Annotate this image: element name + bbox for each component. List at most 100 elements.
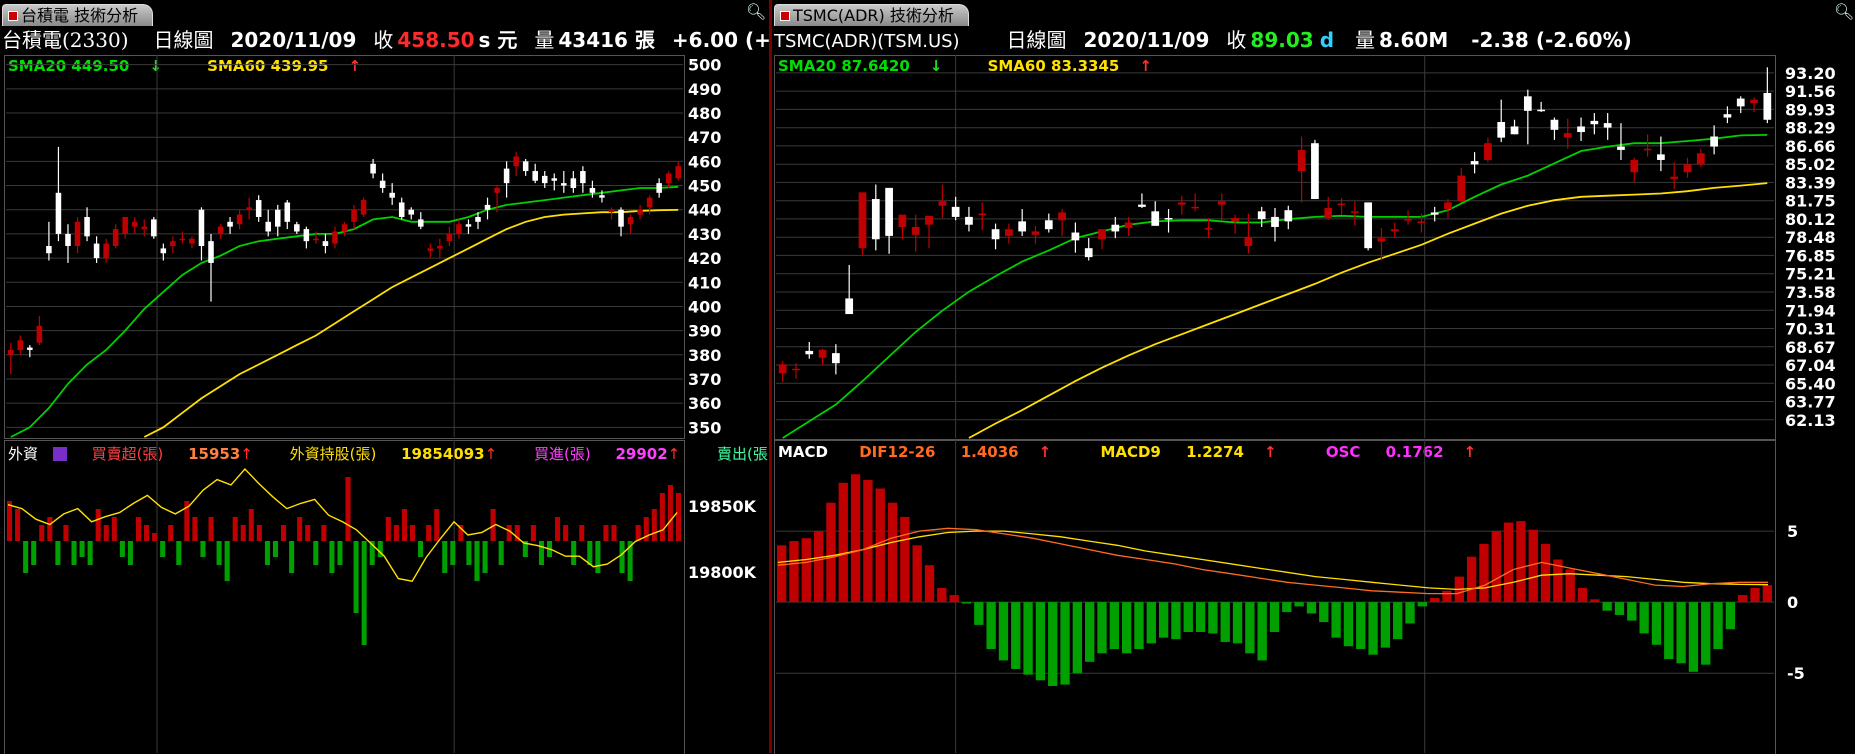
osc-bar — [1664, 602, 1674, 659]
right-macd-chart[interactable]: 5 0 -5 — [772, 440, 1855, 753]
net-buy-bar — [611, 525, 617, 541]
right-price-chart[interactable]: 93.2091.5689.9388.2986.6685.0283.3981.75… — [772, 0, 1855, 440]
net-buy-bar — [200, 541, 206, 557]
candle-body — [1191, 206, 1200, 209]
candle-body — [1058, 212, 1066, 221]
net-buy-bar — [264, 541, 270, 565]
osc-bar — [1368, 602, 1378, 655]
candle-body — [1444, 202, 1452, 210]
left-price-chart[interactable]: 500 490 480 470 460 450 440 430 420 410 400 390 380 3… — [0, 0, 769, 440]
candle-body — [1763, 92, 1772, 120]
net-buy-bar — [103, 525, 109, 541]
net-buy-bar — [87, 541, 93, 565]
candle-body — [1337, 203, 1346, 206]
net-buy-bar — [135, 517, 142, 541]
osc-bar — [1158, 602, 1169, 638]
candle-body — [599, 195, 605, 198]
candle-body — [832, 353, 840, 364]
candle-body — [503, 168, 510, 184]
net-buy-bar — [232, 517, 238, 541]
candle-body — [871, 199, 880, 240]
net-buy-bar — [651, 509, 657, 541]
candle-body — [570, 178, 577, 188]
candle-body — [1111, 224, 1120, 232]
osc-bar — [1430, 597, 1440, 603]
net-buy-bar — [305, 525, 311, 541]
candle-body — [475, 216, 481, 222]
osc-bar — [1639, 602, 1649, 634]
candle-body — [437, 246, 443, 249]
osc-bar — [1232, 602, 1243, 644]
candle-body — [656, 183, 662, 193]
candle-body — [1311, 143, 1319, 200]
y-tick-label: 470 — [688, 128, 721, 147]
osc-bar — [1701, 602, 1711, 665]
net-buy-bar — [619, 541, 625, 573]
candle-body — [1244, 237, 1253, 246]
net-buy-bar — [111, 517, 117, 541]
candle-body — [778, 364, 787, 374]
osc-bar — [1503, 522, 1514, 603]
osc-bar — [838, 482, 848, 603]
osc-bar — [937, 587, 947, 603]
candle-body — [131, 221, 138, 227]
candle-body — [1084, 248, 1093, 258]
net-buy-bar — [63, 525, 69, 541]
net-buy-bar — [603, 525, 609, 541]
candle-body — [427, 248, 434, 251]
y-tick-label: 460 — [688, 152, 721, 171]
osc-bar — [1540, 543, 1551, 603]
y-tick-label: 450 — [688, 177, 721, 196]
candle-body — [408, 209, 415, 215]
osc-bar — [1516, 521, 1526, 603]
candle-body — [1098, 229, 1106, 240]
net-buy-bar — [538, 541, 544, 565]
net-buy-bar — [418, 541, 424, 557]
net-buy-bar — [168, 525, 174, 541]
osc-bar — [1035, 602, 1046, 681]
candle-body — [845, 298, 854, 315]
candle-body — [580, 171, 586, 184]
net-buy-bar — [240, 525, 246, 541]
net-buy-bar — [127, 541, 133, 565]
candle-body — [446, 233, 453, 242]
osc-bar — [924, 565, 935, 603]
osc-bar — [1380, 602, 1391, 648]
candle-body — [1484, 143, 1492, 160]
candle-body — [456, 224, 462, 234]
candle-body — [74, 221, 81, 246]
candle-body — [160, 248, 167, 254]
y-tick-label: 65.40 — [1785, 374, 1836, 393]
candle-body — [236, 214, 243, 225]
candle-body — [925, 215, 933, 225]
osc-bar — [1479, 543, 1489, 603]
candle-body — [255, 200, 262, 217]
y-tick-label: 19800K — [688, 563, 757, 582]
osc-bar — [1688, 602, 1699, 672]
y-tick-label: 0 — [1787, 593, 1798, 612]
net-buy-bar — [659, 493, 665, 541]
candle-body — [1018, 221, 1027, 232]
net-buy-bar — [474, 541, 480, 581]
candle-body — [1390, 229, 1399, 232]
osc-bar — [1319, 602, 1329, 623]
net-buy-bar — [224, 541, 230, 581]
left-foreign-chart[interactable]: 19850K 19800K — [0, 440, 769, 753]
net-buy-bar — [579, 525, 585, 541]
net-buy-bar — [466, 541, 472, 565]
candle-body — [1177, 202, 1186, 205]
y-tick-label: 83.39 — [1785, 173, 1836, 192]
osc-bar — [813, 531, 824, 603]
candle-body — [1457, 175, 1466, 202]
osc-bar — [1590, 599, 1600, 603]
candle-body — [284, 202, 291, 222]
candle-body — [792, 368, 800, 371]
right-panel: TSMC(ADR) 技術分析 🔍︎ TSMC(ADR)(TSM.US) 日線圖 … — [772, 0, 1855, 754]
candle-body — [27, 347, 33, 350]
candle-body — [1124, 222, 1133, 229]
candle-body — [17, 340, 24, 350]
y-tick-label: 93.20 — [1785, 64, 1836, 83]
net-buy-bar — [248, 509, 254, 541]
net-buy-bar — [55, 541, 61, 565]
osc-bar — [1405, 602, 1415, 624]
